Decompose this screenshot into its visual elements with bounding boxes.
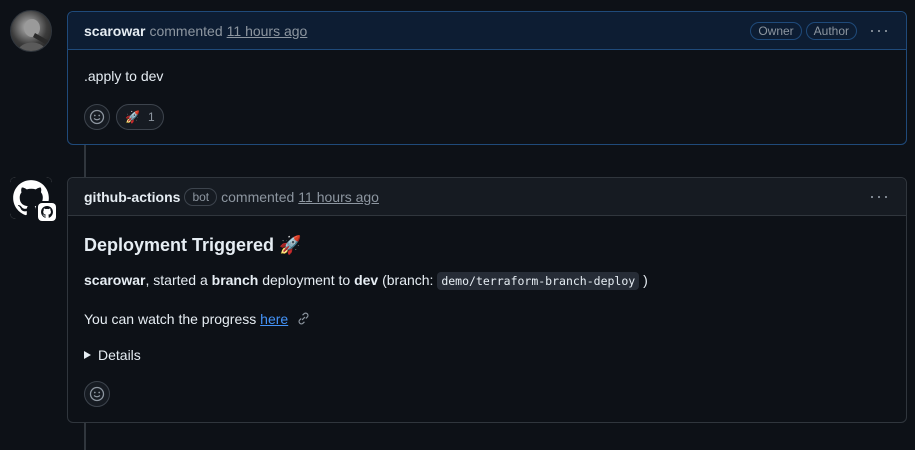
rocket-emoji: 🚀 [125,110,140,124]
triangle-right-icon [84,351,91,359]
deploy-type: branch [211,272,259,288]
details-label: Details [98,347,141,363]
comment-author[interactable]: github-actions [84,189,180,205]
summary-text: , started a [145,272,212,288]
comment-action: commented [149,22,223,39]
add-reaction-button[interactable] [84,104,110,130]
add-reaction-button[interactable] [84,381,110,407]
timeline-line [84,145,86,177]
deploy-env: dev [354,272,379,288]
avatar[interactable] [10,10,52,52]
comment-author[interactable]: scarowar [84,23,145,39]
timeline-line [84,423,86,450]
owner-badge: Owner [750,21,802,40]
app-badge [36,201,58,223]
branch-name-code: demo/terraform-branch-deploy [437,272,640,290]
kebab-horizontal-icon[interactable]: ··· [869,20,890,41]
details-disclosure[interactable]: Details [84,347,890,363]
comment-timestamp[interactable]: 11 hours ago [298,189,379,205]
bot-badge: bot [184,187,218,206]
comment-body: .apply to dev [84,68,164,84]
summary-text: (branch: [378,272,438,288]
smiley-icon [89,109,105,125]
author-badge: Author [805,21,858,40]
summary-text: ) [639,272,648,288]
comment-card: github-actions bot commented 11 hours ag… [67,177,907,423]
rocket-reaction[interactable]: 🚀 1 [116,104,164,130]
link-icon [298,312,309,325]
progress-text: You can watch the progress [84,311,261,327]
comment-action: commented [221,188,295,205]
progress-line: You can watch the progress here [84,309,890,329]
smiley-icon [89,386,105,402]
reaction-count: 1 [147,110,155,124]
deployment-heading: Deployment Triggered 🚀 [84,235,302,255]
deployment-summary: scarowar, started a branch deployment to… [84,270,890,291]
comment-timestamp[interactable]: 11 hours ago [227,23,308,39]
kebab-horizontal-icon[interactable]: ··· [869,186,890,207]
github-mark-icon [41,206,53,218]
comment-header: scarowar commented 11 hours ago Owner Au… [68,12,906,50]
progress-link[interactable]: here [260,311,288,327]
summary-text: deployment to [258,272,355,288]
comment-card: scarowar commented 11 hours ago Owner Au… [67,11,907,145]
mentioned-user: scarowar [84,272,146,288]
comment-header: github-actions bot commented 11 hours ag… [68,178,906,216]
